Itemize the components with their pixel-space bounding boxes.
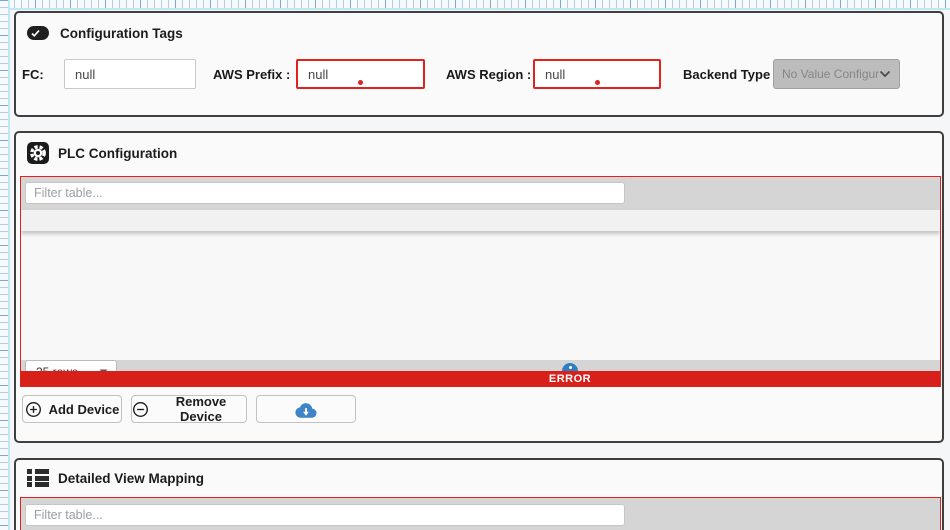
aws-region-invalid-dot [595,80,600,85]
error-banner-label: ERROR [549,373,591,385]
panel-title: Configuration Tags [60,26,183,41]
left-ruler [0,0,10,530]
detailed-view-filter-input[interactable] [25,504,625,526]
backend-type-label: Backend Type : [683,67,778,82]
panel-title: PLC Configuration [58,146,177,161]
configuration-tags-panel: Configuration Tags FC: AWS Prefix : AWS … [14,11,944,117]
add-device-button[interactable]: Add Device [22,395,122,423]
panel-title: Detailed View Mapping [58,471,204,486]
plc-configuration-panel: PLC Configuration 25 rows ERROR Add Devi… [14,131,944,443]
fc-label: FC: [22,67,44,82]
top-ruler [0,0,950,10]
cloud-download-icon [294,400,318,419]
add-device-label: Add Device [49,402,120,417]
remove-device-label: Remove Device [156,394,246,424]
toggle-check-icon [27,26,49,40]
plc-table: 25 rows ERROR [20,176,941,387]
remove-device-button[interactable]: Remove Device [131,395,247,423]
cloud-download-button[interactable] [256,395,356,423]
minus-circle-icon [132,401,149,418]
fc-input[interactable] [64,59,196,89]
detailed-view-mapping-panel: Detailed View Mapping [14,458,944,530]
aws-prefix-invalid-dot [358,80,363,85]
table-body-empty [21,231,940,360]
backend-type-select[interactable]: No Value Configured [773,59,900,89]
chevron-down-icon [879,70,891,78]
table-list-icon [27,468,49,488]
aws-region-label: AWS Region : [446,67,531,82]
error-banner: ERROR [21,371,940,386]
plc-filter-input[interactable] [25,182,625,204]
aws-prefix-label: AWS Prefix : [213,67,290,82]
gear-icon [27,142,49,164]
table-column-header-row [21,210,940,231]
detailed-view-table [20,497,941,530]
backend-type-value: No Value Configured [782,67,879,81]
plus-circle-icon [25,401,42,418]
